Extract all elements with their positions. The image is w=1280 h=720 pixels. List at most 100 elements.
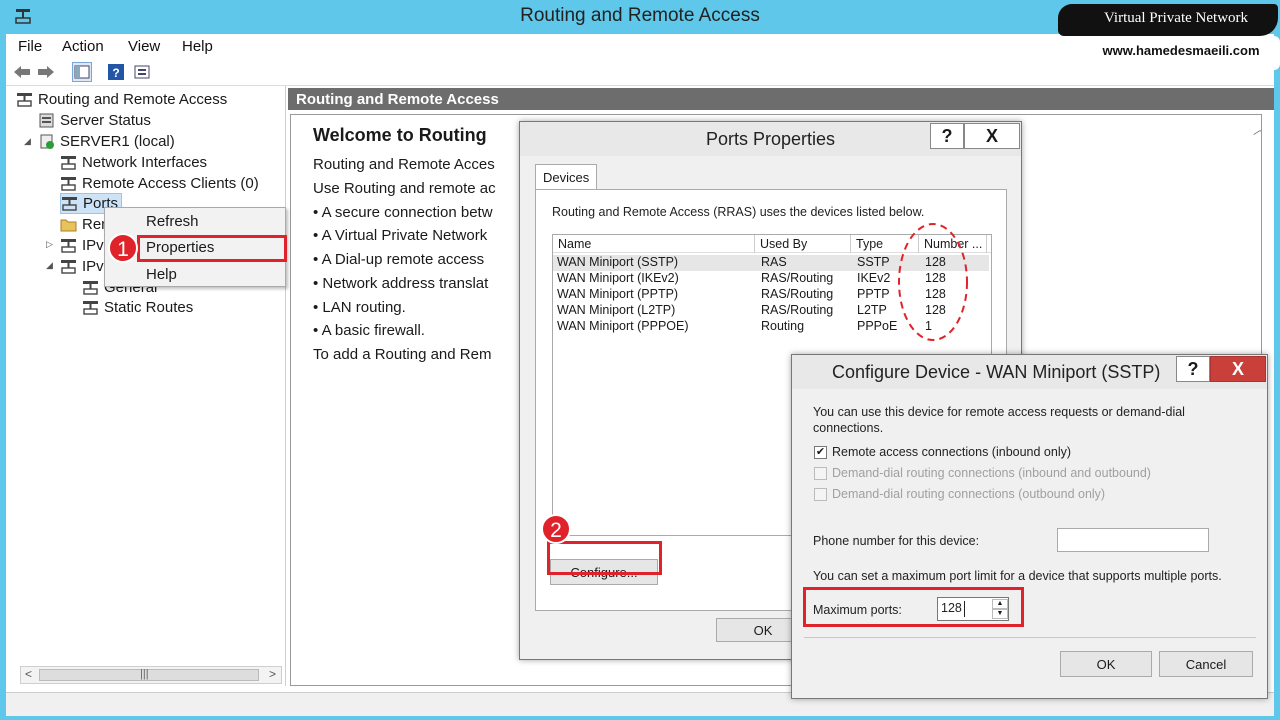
ok-button[interactable]: OK — [1060, 651, 1152, 677]
port-limit-text: You can set a maximum port limit for a d… — [813, 569, 1222, 583]
results-pane-header: Routing and Remote Access — [288, 88, 1274, 110]
welcome-bullet: • LAN routing. — [313, 299, 406, 316]
watermark-title: Virtual Private Network — [1103, 10, 1249, 26]
server-online-icon — [40, 134, 54, 149]
tree-node-remote-access-clients[interactable]: Remote Access Clients (0) — [60, 173, 259, 194]
help-button[interactable]: ? — [1176, 356, 1210, 382]
remote-clients-icon — [61, 177, 76, 191]
menu-file[interactable]: File — [18, 38, 42, 55]
demand-dial-both-label: Demand-dial routing connections (inbound… — [832, 466, 1151, 480]
menu-help[interactable]: Help — [182, 38, 213, 55]
expand-arrow-icon[interactable]: ▷ — [46, 239, 53, 250]
help-button[interactable]: ? — [930, 123, 964, 149]
cell-name: WAN Miniport (PPPOE) — [557, 319, 689, 333]
close-button[interactable]: X — [964, 123, 1020, 149]
welcome-bullet: • Network address translat — [313, 275, 489, 292]
ports-icon — [62, 197, 77, 211]
col-name[interactable]: Name — [553, 235, 755, 253]
folder-icon — [60, 219, 77, 232]
welcome-title: Welcome to Routing — [313, 125, 487, 145]
properties-view-icon[interactable] — [132, 62, 152, 82]
phone-number-field[interactable] — [1057, 528, 1209, 552]
tree-label: Remote Access Clients (0) — [82, 175, 259, 192]
scroll-left-arrow-icon[interactable]: < — [25, 667, 32, 681]
tree-node-root[interactable]: Routing and Remote Access — [16, 89, 227, 110]
tree-label: Server Status — [60, 112, 151, 129]
dashed-highlight-ellipse — [898, 223, 968, 341]
cancel-button[interactable]: Cancel — [1159, 651, 1253, 677]
cell-used-by: RAS/Routing — [761, 287, 834, 301]
menu-view[interactable]: View — [128, 38, 160, 55]
cell-used-by: RAS/Routing — [761, 303, 834, 317]
demand-dial-out-label: Demand-dial routing connections (outboun… — [832, 487, 1106, 501]
ipv6-icon — [61, 260, 76, 274]
back-arrow-icon[interactable] — [12, 62, 32, 82]
dialog-title-bar: Configure Device - WAN Miniport (SSTP) ?… — [792, 355, 1267, 389]
welcome-bullet: • A secure connection betw — [313, 204, 493, 221]
tree-label: Routing and Remote Access — [38, 91, 228, 108]
tree-horizontal-scrollbar[interactable]: < ||| > — [20, 666, 282, 684]
col-used-by[interactable]: Used By — [755, 235, 851, 253]
remote-access-label: Remote access connections (inbound only) — [832, 445, 1072, 459]
collapse-arrow-icon[interactable]: ◢ — [24, 136, 31, 147]
ctx-refresh[interactable]: Refresh — [106, 209, 284, 235]
show-hide-tree-icon[interactable] — [72, 62, 92, 82]
step-badge-1: 1 — [108, 233, 138, 263]
remote-access-checkbox[interactable]: ✔ — [814, 446, 827, 459]
device-description-line2: connections. — [813, 421, 884, 435]
cell-type: IKEv2 — [857, 271, 891, 285]
cell-type: PPPoE — [857, 319, 898, 333]
cell-type: SSTP — [857, 255, 890, 269]
forward-arrow-icon[interactable] — [36, 62, 56, 82]
cell-name: WAN Miniport (L2TP) — [557, 303, 676, 317]
divider — [804, 637, 1256, 638]
tree-node-static-routes[interactable]: Static Routes — [82, 297, 193, 318]
phone-label: Phone number for this device: — [813, 534, 980, 548]
tree-node-network-interfaces[interactable]: Network Interfaces — [60, 152, 207, 173]
dialog-title-bar: Ports Properties ? X — [520, 122, 1021, 156]
console-tree: Routing and Remote Access Server Status … — [10, 86, 286, 686]
properties-highlight — [137, 235, 287, 262]
scroll-right-arrow-icon[interactable]: > — [269, 667, 276, 681]
cell-name: WAN Miniport (IKEv2) — [557, 271, 679, 285]
welcome-line: Routing and Remote Acces — [313, 156, 495, 173]
server-tree-icon — [17, 93, 32, 107]
collapse-arrow-icon[interactable]: ◢ — [46, 260, 53, 271]
menu-action[interactable]: Action — [62, 38, 104, 55]
demand-dial-both-checkbox[interactable] — [814, 467, 827, 480]
tree-label: Network Interfaces — [82, 154, 208, 171]
device-description-line1: You can use this device for remote acces… — [813, 405, 1185, 419]
devices-description: Routing and Remote Access (RRAS) uses th… — [552, 205, 925, 219]
cell-name: WAN Miniport (PPTP) — [557, 287, 679, 301]
network-interfaces-icon — [61, 156, 76, 170]
tab-devices[interactable]: Devices — [535, 164, 597, 190]
close-button[interactable]: X — [1210, 356, 1266, 382]
welcome-line: To add a Routing and Rem — [313, 346, 492, 363]
cell-used-by: RAS/Routing — [761, 271, 834, 285]
tree-node-server1[interactable]: SERVER1 (local) — [38, 131, 175, 152]
tree-node-server-status[interactable]: Server Status — [38, 110, 151, 131]
scroll-up-arrow-icon[interactable]: ︿ — [1253, 119, 1261, 139]
watermark: Virtual Private Network www.hamedesmaeil… — [1058, 0, 1280, 72]
server-status-icon — [39, 113, 54, 128]
tree-label: SERVER1 (local) — [60, 133, 175, 150]
welcome-line: Use Routing and remote ac — [313, 180, 496, 197]
help-icon[interactable]: ? — [106, 62, 126, 82]
grip-icon: ||| — [140, 668, 149, 680]
welcome-bullet: • A Dial-up remote access — [313, 251, 485, 268]
cell-name: WAN Miniport (SSTP) — [557, 255, 679, 269]
ipv4-icon — [61, 239, 76, 253]
configure-highlight — [547, 541, 662, 575]
step-badge-2: 2 — [541, 514, 571, 544]
cell-type: PPTP — [857, 287, 890, 301]
welcome-bullet: • A Virtual Private Network — [313, 227, 488, 244]
cell-used-by: RAS — [761, 255, 787, 269]
max-ports-highlight — [803, 587, 1024, 627]
welcome-bullet: • A basic firewall. — [313, 322, 425, 339]
demand-dial-out-checkbox[interactable] — [814, 488, 827, 501]
cell-used-by: Routing — [761, 319, 805, 333]
scrollbar-thumb[interactable]: ||| — [39, 668, 259, 681]
general-icon — [83, 281, 98, 295]
ctx-help[interactable]: Help — [106, 262, 284, 288]
static-routes-icon — [83, 301, 98, 315]
